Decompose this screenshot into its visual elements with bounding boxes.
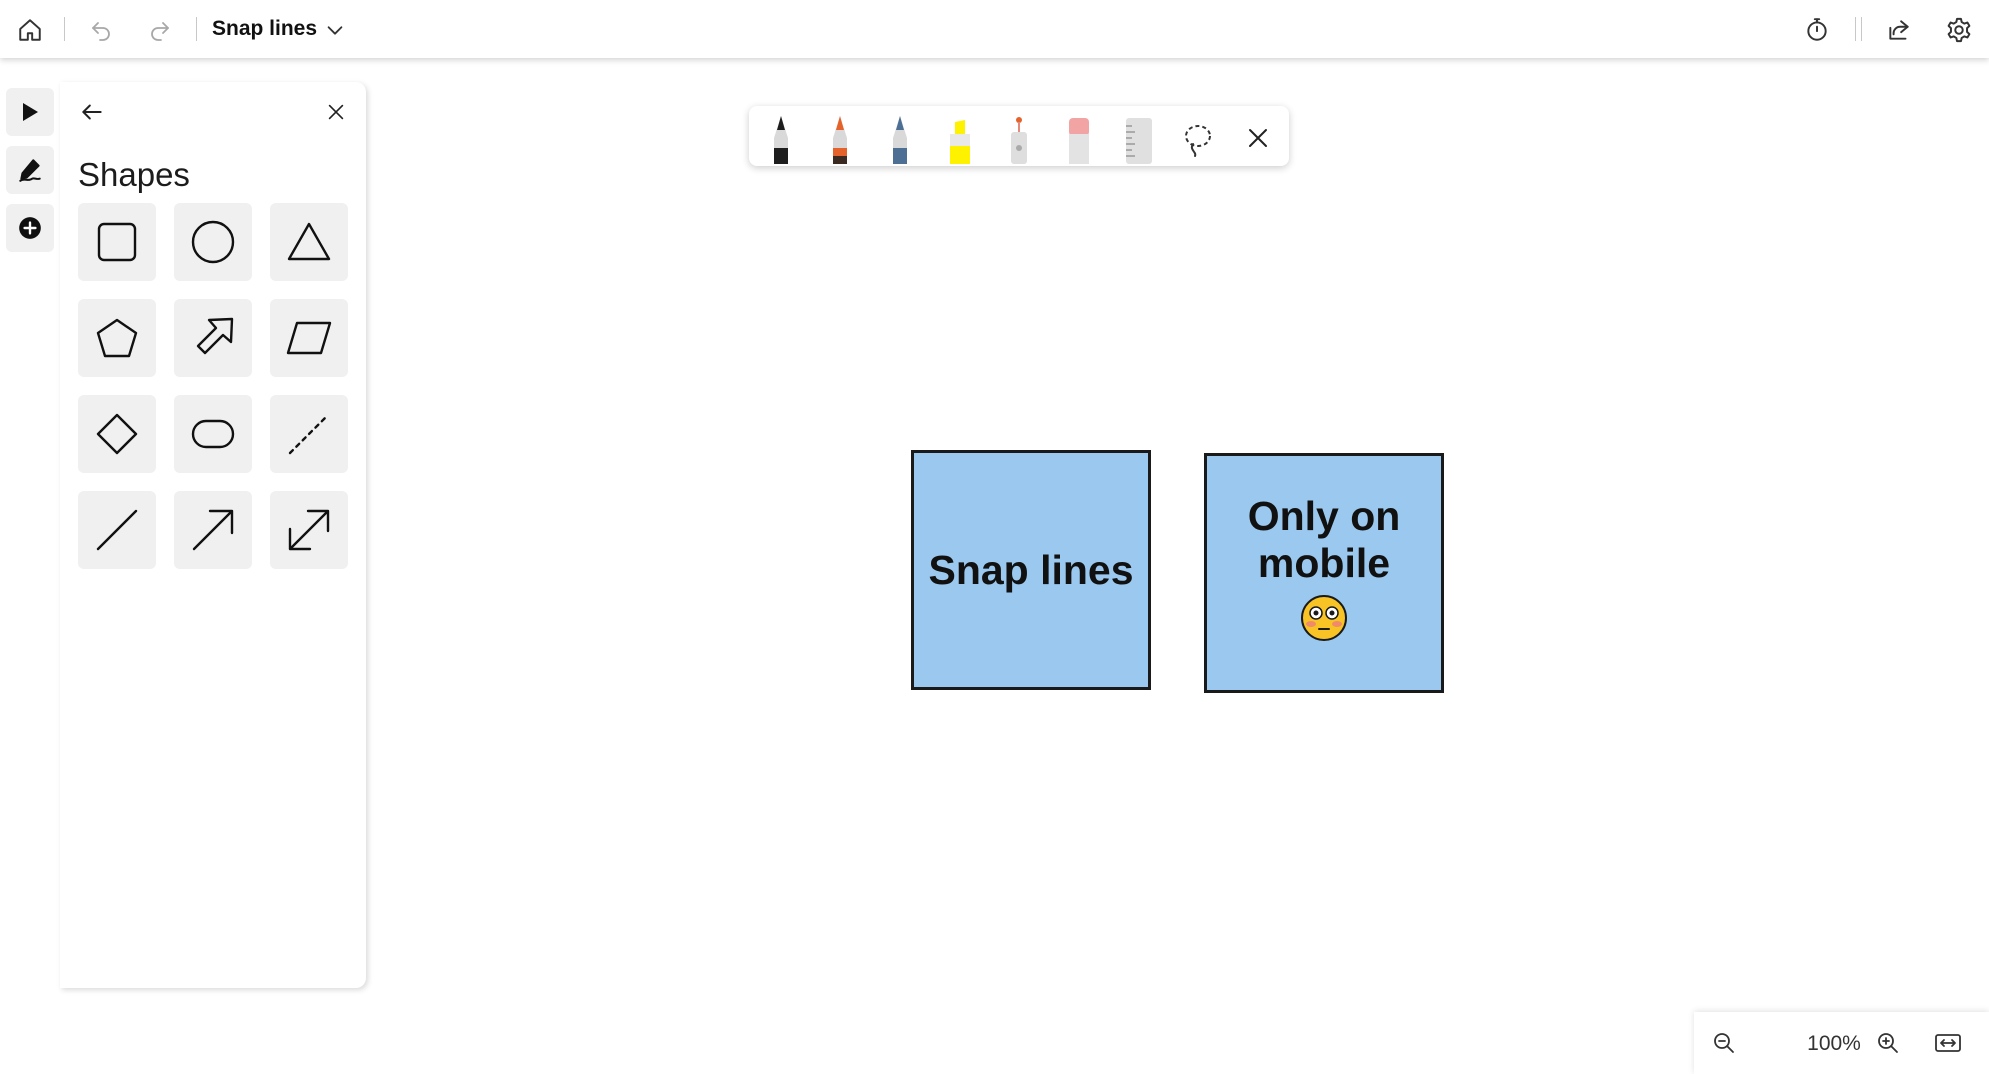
flushed-face-emoji-icon <box>1301 595 1347 641</box>
dashed-line-shape-icon[interactable] <box>270 395 348 473</box>
sticky-note-text: Only on mobile <box>1247 493 1401 586</box>
eraser-icon[interactable] <box>1056 112 1102 164</box>
arrow-block-shape-icon[interactable] <box>174 299 252 377</box>
document-title[interactable]: Snap lines <box>212 17 317 41</box>
zoom-bar: 100% <box>1694 1012 1989 1074</box>
close-icon[interactable] <box>1235 112 1281 164</box>
parallelogram-shape-icon[interactable] <box>270 299 348 377</box>
orange-pen-icon[interactable] <box>817 112 863 164</box>
gear-icon[interactable] <box>1939 10 1979 50</box>
back-arrow-icon[interactable] <box>74 94 110 130</box>
laser-pointer-icon[interactable] <box>996 112 1042 164</box>
redo-icon[interactable] <box>140 10 180 50</box>
pentagon-shape-icon[interactable] <box>78 299 156 377</box>
circle-shape-icon[interactable] <box>174 203 252 281</box>
divider <box>64 17 65 41</box>
line-shape-icon[interactable] <box>78 491 156 569</box>
share-icon[interactable] <box>1879 10 1919 50</box>
arrow-shape-icon[interactable] <box>174 491 252 569</box>
sticky-note[interactable]: Snap lines <box>911 450 1151 690</box>
triangle-shape-icon[interactable] <box>270 203 348 281</box>
undo-icon[interactable] <box>81 10 121 50</box>
divider <box>196 17 197 41</box>
zoom-out-icon[interactable] <box>1706 1025 1742 1061</box>
select-arrow-icon[interactable] <box>6 88 54 136</box>
left-tool-rail <box>0 82 62 988</box>
shapes-panel: Shapes <box>60 82 366 988</box>
home-icon[interactable] <box>10 10 50 50</box>
rounded-rectangle-shape-icon[interactable] <box>174 395 252 473</box>
yellow-highlighter-icon[interactable] <box>937 112 983 164</box>
divider <box>1861 17 1862 41</box>
divider <box>1855 17 1856 41</box>
blue-pen-icon[interactable] <box>877 112 923 164</box>
timer-icon[interactable] <box>1797 10 1837 50</box>
chevron-down-icon[interactable] <box>315 10 355 50</box>
ruler-icon[interactable] <box>1116 112 1162 164</box>
square-shape-icon[interactable] <box>78 203 156 281</box>
sticky-note[interactable]: Only on mobile <box>1204 453 1444 693</box>
diamond-shape-icon[interactable] <box>78 395 156 473</box>
lasso-select-icon[interactable] <box>1175 112 1221 164</box>
fit-to-screen-icon[interactable] <box>1930 1025 1966 1061</box>
add-circle-icon[interactable] <box>6 204 54 252</box>
zoom-in-icon[interactable] <box>1870 1025 1906 1061</box>
double-arrow-shape-icon[interactable] <box>270 491 348 569</box>
sticky-note-text: Snap lines <box>928 546 1134 593</box>
pen-sign-icon[interactable] <box>6 146 54 194</box>
ink-toolbar <box>749 106 1289 166</box>
panel-title: Shapes <box>78 156 190 193</box>
black-pen-icon[interactable] <box>758 112 804 164</box>
title-bar: Snap lines <box>0 0 1989 58</box>
close-icon[interactable] <box>318 94 354 130</box>
